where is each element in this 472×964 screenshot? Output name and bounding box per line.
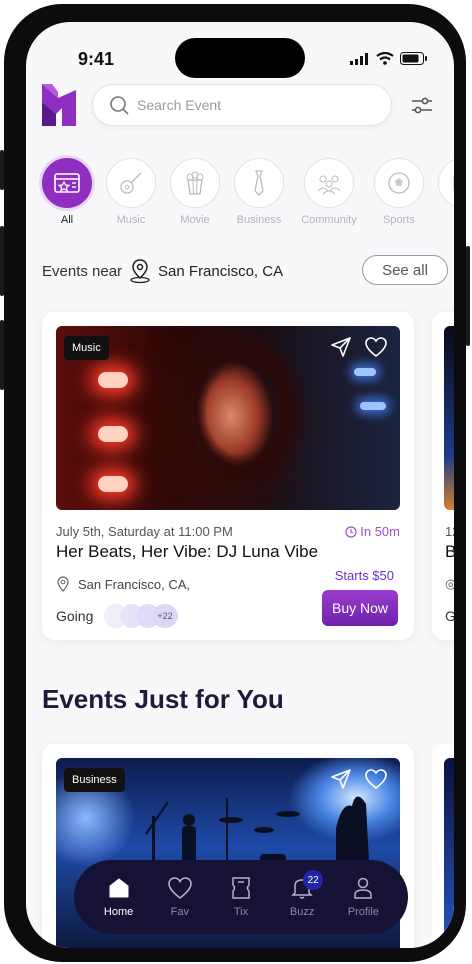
category-label: Movie [180,214,210,226]
neon-light [98,476,128,492]
light-strip [360,402,386,410]
book-icon [453,175,454,191]
event-image [444,758,454,948]
event-title: B [445,542,454,561]
category-list: All Music Movie Business Community Sport… [42,158,454,226]
side-button [0,320,4,390]
event-image: Music [56,326,400,510]
category-label: Sports [383,214,415,226]
nav-fav[interactable]: Fav [154,876,206,918]
category-label: Business [236,214,282,226]
event-card-next[interactable]: 12 B ◎ G [432,312,454,640]
going-label: G [445,608,454,624]
category-label: Community [301,214,357,226]
popcorn-icon [186,171,204,195]
countdown-text: In 50m [360,524,400,539]
event-date: July 5th, Saturday at 11:00 PM [56,524,233,539]
event-countdown: In 50m [345,524,400,539]
category-all[interactable]: All [42,158,92,226]
event-price: Starts $50 [334,568,394,583]
signal-icon [350,52,368,65]
bottom-nav: Home Fav Tix 22 Buzz Profile [74,860,408,934]
clock-icon [345,525,357,538]
nav-label: Home [103,906,134,918]
home-icon [109,878,129,898]
location-pin-icon [130,259,150,284]
search-icon [110,96,129,115]
app-screen: 9:41 All Music [26,22,454,948]
nav-label: Tix [233,906,249,918]
category-label: Music [116,214,146,226]
tie-icon [254,170,264,196]
event-image-actions [330,336,388,358]
nav-profile[interactable]: Profile [337,876,389,918]
events-near-location[interactable]: San Francisco, CA [158,263,283,280]
category-education[interactable]: Ed [438,158,454,226]
side-button [466,246,470,346]
portrait-shadow [166,326,316,510]
nav-tix[interactable]: Tix [215,876,267,918]
nav-label: Fav [170,906,189,918]
location-pin-icon: ◎ [445,576,454,591]
attendee-avatars[interactable]: +22 [104,604,178,628]
side-button [0,150,4,190]
neon-light [98,426,128,442]
ticket-icon [232,877,250,899]
nav-buzz[interactable]: 22 Buzz [276,870,328,918]
guitar-icon [120,172,142,194]
neon-light [98,372,128,388]
going-label: Going [56,608,94,624]
see-all-button[interactable]: See all [362,255,448,285]
event-image-actions [330,768,388,790]
user-icon [354,877,373,899]
phone-frame: 9:41 All Music [4,4,466,962]
ticket-icon [54,173,80,193]
share-icon[interactable] [330,768,352,790]
share-icon[interactable] [330,336,352,358]
ball-icon [388,172,410,194]
dynamic-island [175,38,305,78]
side-button [0,226,4,296]
search-input[interactable] [137,97,357,113]
category-community[interactable]: Community [298,158,360,226]
status-time: 9:41 [78,49,115,69]
event-card-next[interactable] [432,744,454,948]
category-label: All [60,214,74,226]
event-title[interactable]: Her Beats, Her Vibe: DJ Luna Vibe [56,542,318,562]
nav-label: Profile [347,906,379,918]
event-card[interactable]: Music July 5th, Saturday at 11:00 PM In … [42,312,414,640]
category-business[interactable]: Business [234,158,284,226]
category-music[interactable]: Music [106,158,156,226]
event-image [444,326,454,510]
events-near-label: Events near [42,262,123,280]
search-bar[interactable] [92,84,392,126]
app-logo[interactable] [42,84,76,126]
avatar-more-count: +22 [152,604,178,628]
category-movie[interactable]: Movie [170,158,220,226]
buy-now-button[interactable]: Buy Now [322,590,398,626]
filter-icon[interactable] [410,94,434,118]
section-title: Events Just for You [42,684,284,714]
notification-badge: 22 [303,870,324,890]
nav-label: Buzz [289,906,315,918]
location-pin-icon [57,576,69,592]
category-sports[interactable]: Sports [374,158,424,226]
event-tag: Music [64,336,109,360]
event-location: San Francisco, CA, [56,576,190,592]
light-strip [354,368,376,376]
heart-icon[interactable] [364,768,388,790]
heart-icon [168,877,192,899]
status-icons [350,52,428,65]
wifi-icon [376,52,394,65]
heart-icon[interactable] [364,336,388,358]
events-near-header: Events near San Francisco, CA [42,258,283,284]
nav-home[interactable]: Home [93,876,145,918]
event-date: 12 [445,524,454,539]
event-location-text: San Francisco, CA, [78,576,190,592]
event-tag: Business [64,768,125,792]
battery-icon [400,52,427,65]
people-icon [317,175,341,195]
